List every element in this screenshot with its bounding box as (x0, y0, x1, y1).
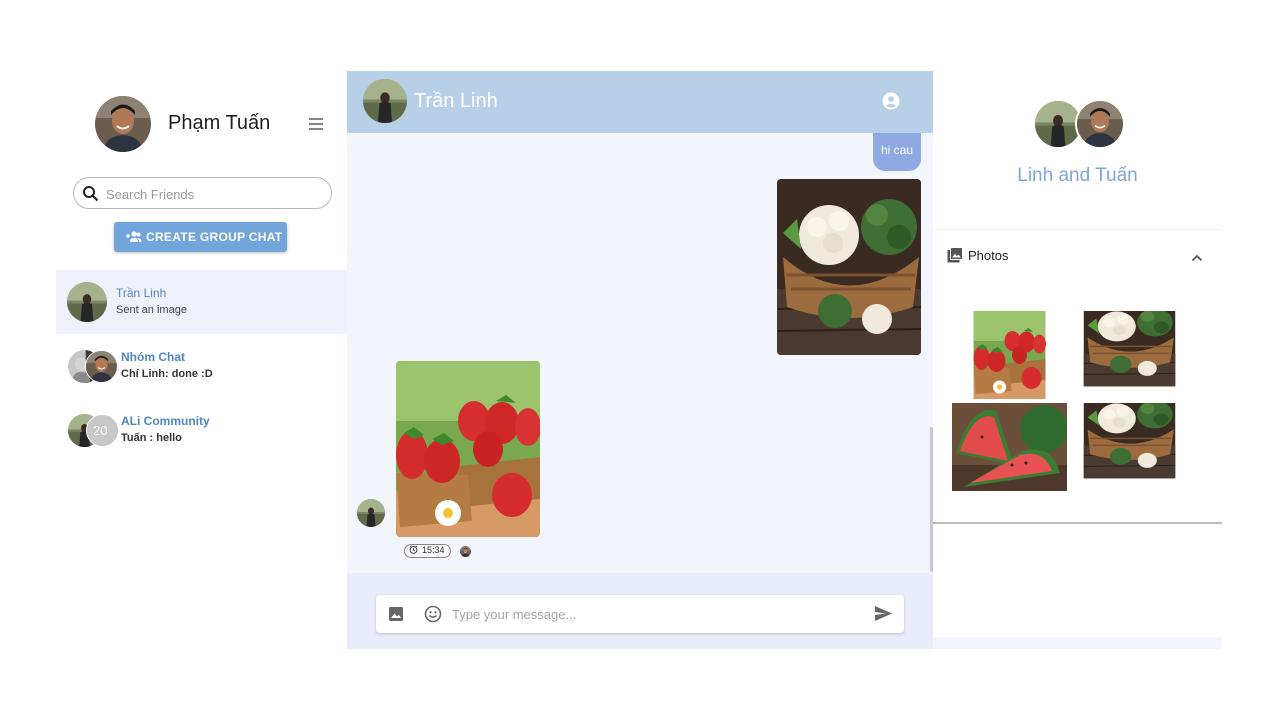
photo-thumbnail[interactable] (1072, 311, 1187, 399)
chat-header: Trần Linh (347, 71, 933, 133)
photo-library-icon (947, 247, 963, 263)
message-input[interactable] (452, 604, 862, 624)
message-composer (376, 595, 904, 633)
conversation-last-message: Tuấn : hello (121, 432, 182, 444)
emoji-icon[interactable] (424, 605, 442, 623)
outgoing-message-bubble: hi cau (872, 133, 921, 171)
search-icon (82, 185, 99, 202)
search-friends[interactable] (73, 177, 332, 209)
menu-icon[interactable] (306, 114, 326, 134)
profile-header: Phạm Tuấn (56, 71, 347, 171)
conversation-avatar (85, 350, 118, 383)
send-icon[interactable] (874, 605, 893, 622)
photos-section-header[interactable]: Photos (933, 230, 1222, 282)
member-avatar (1075, 99, 1125, 149)
member-count-badge: 20 (86, 414, 119, 447)
conversation-item[interactable]: 20 ALi Community Tuấn : hello (56, 398, 347, 462)
divider (933, 522, 1222, 524)
search-input[interactable] (106, 184, 321, 204)
chevron-up-icon[interactable] (1191, 250, 1203, 262)
photo-thumbnail[interactable] (1072, 403, 1187, 491)
message-list[interactable]: hi cau 15:34 (347, 133, 933, 573)
conversation-avatar (67, 282, 107, 322)
create-group-chat-button[interactable]: CREATE GROUP CHAT (114, 222, 287, 252)
photo-thumbnail[interactable] (952, 403, 1067, 491)
panel-footer (933, 637, 1222, 649)
sender-avatar (357, 499, 385, 527)
message-time-text: 15:34 (422, 545, 445, 555)
conversation-name: Nhóm Chat (121, 350, 185, 364)
message-time: 15:34 (404, 544, 451, 558)
group-add-icon (124, 230, 142, 244)
conversation-item[interactable]: Trần Linh Sent an image (56, 270, 347, 334)
chat-panel: Trần Linh hi cau 15:34 (347, 71, 933, 649)
photos-label: Photos (968, 248, 1009, 263)
my-name: Phạm Tuấn (168, 112, 271, 134)
outgoing-image-message[interactable] (777, 179, 921, 355)
clock-icon (409, 545, 418, 554)
my-avatar[interactable] (95, 96, 151, 152)
seen-avatar (460, 546, 471, 557)
photo-thumbnail[interactable] (952, 311, 1067, 399)
conversation-item[interactable]: Nhóm Chat Chí Linh: done :D (56, 334, 347, 398)
sidebar: Phạm Tuấn CREATE GROUP CHAT Trần Linh Se… (56, 71, 347, 649)
account-circle-icon[interactable] (882, 92, 900, 110)
conversation-title: Linh and Tuấn (1017, 165, 1138, 186)
contact-name: Trần Linh (414, 90, 498, 112)
conversation-info-panel: Linh and Tuấn Photos (933, 71, 1222, 649)
composer-area (347, 573, 933, 649)
conversation-last-message: Chí Linh: done :D (121, 368, 213, 380)
conversation-name: Trần Linh (116, 286, 167, 300)
conversation-name: ALi Community (121, 414, 210, 428)
incoming-image-message[interactable] (396, 361, 540, 537)
image-icon[interactable] (388, 606, 404, 622)
chat-app: Phạm Tuấn CREATE GROUP CHAT Trần Linh Se… (56, 71, 1222, 649)
create-group-chat-label: CREATE GROUP CHAT (146, 230, 283, 244)
conversation-last-message: Sent an image (116, 304, 187, 316)
contact-avatar[interactable] (363, 79, 407, 123)
